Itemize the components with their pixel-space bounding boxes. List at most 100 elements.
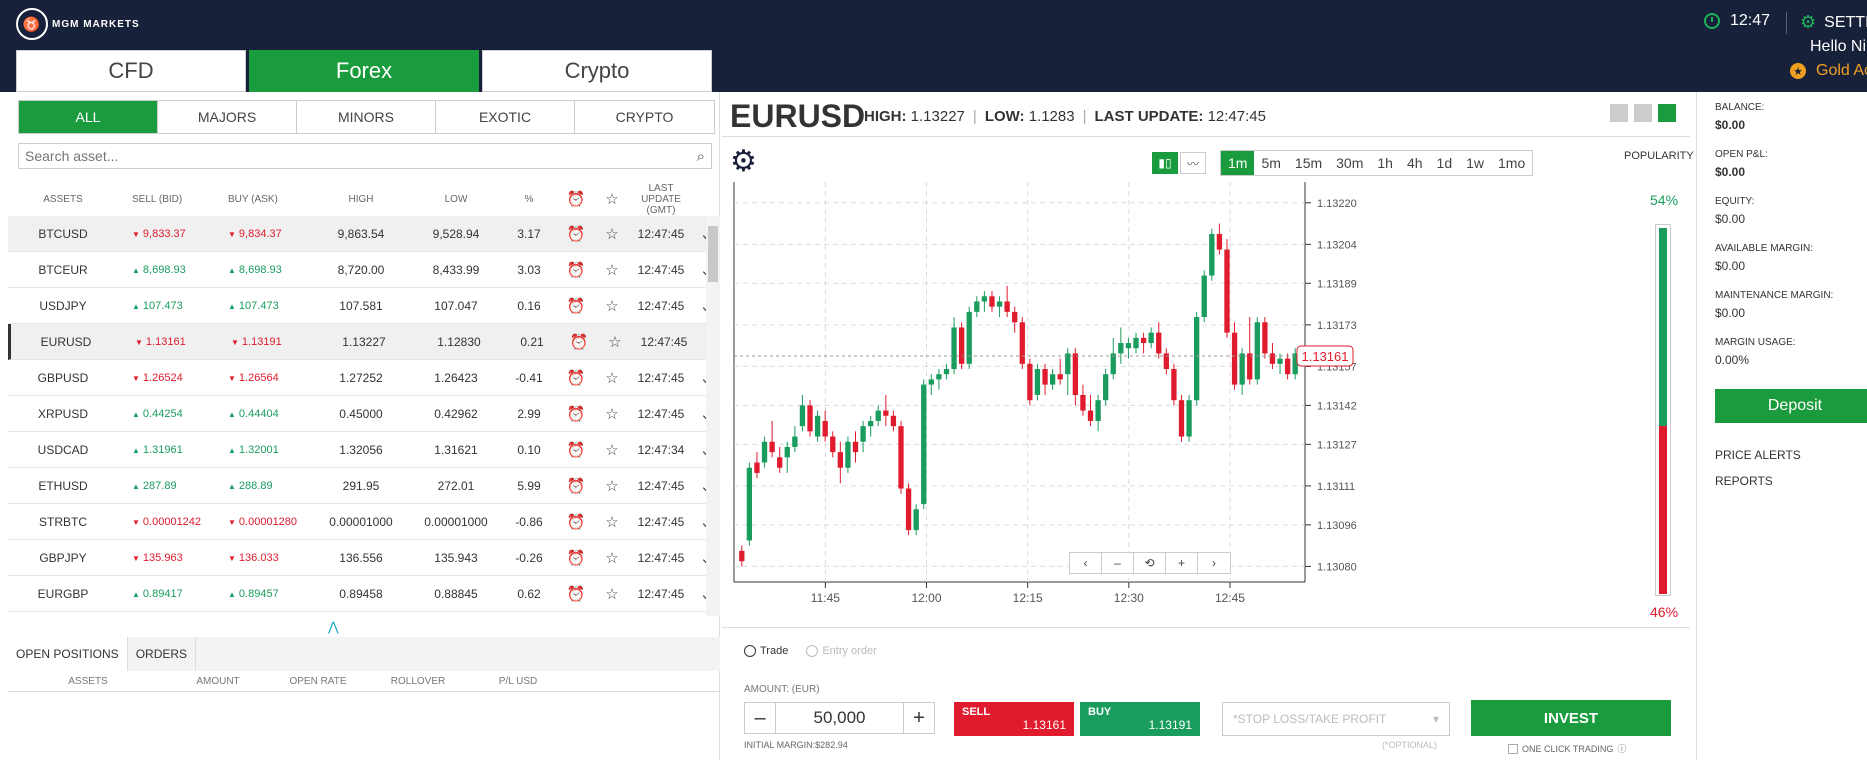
buy-price[interactable]: 288.89 xyxy=(214,480,310,492)
chart-zoom-out-icon[interactable]: – xyxy=(1102,553,1134,573)
favorite-star-icon[interactable]: ☆ xyxy=(594,585,630,603)
buy-price[interactable]: 107.473 xyxy=(214,300,310,312)
grid-layout-icon[interactable] xyxy=(1634,104,1652,122)
filter-all[interactable]: ALL xyxy=(19,101,158,133)
amount-increase-button[interactable]: + xyxy=(904,703,934,733)
chart-zoom-in-icon[interactable]: + xyxy=(1166,553,1198,573)
tab-orders[interactable]: ORDERS xyxy=(128,637,197,671)
buy-price[interactable]: 1.13191 xyxy=(217,336,313,348)
alarm-clock-icon[interactable]: ⏰ xyxy=(558,477,594,495)
alarm-clock-icon[interactable]: ⏰ xyxy=(558,261,594,279)
buy-price[interactable]: 0.44404 xyxy=(214,408,310,420)
favorite-star-icon[interactable]: ☆ xyxy=(594,225,630,243)
table-scrollbar[interactable] xyxy=(706,216,720,616)
timeframe-1d[interactable]: 1d xyxy=(1430,151,1460,175)
price-alerts-link[interactable]: PRICE ALERTS xyxy=(1715,448,1801,462)
radio-trade[interactable] xyxy=(744,645,756,658)
one-click-trading[interactable]: ONE CLICK TRADING ⓘ xyxy=(1508,742,1626,755)
table-row[interactable]: XRPUSD 0.442540.44404 0.45000 0.42962 2.99 ⏰☆… xyxy=(8,396,712,432)
header-sell[interactable]: SELL (BID) xyxy=(118,194,214,205)
sell-price[interactable]: 135.963 xyxy=(118,552,214,564)
alarm-clock-icon[interactable]: ⏰ xyxy=(558,585,594,603)
timeframe-1w[interactable]: 1w xyxy=(1459,151,1491,175)
table-row[interactable]: USDJPY 107.473107.473 107.581 107.047 0.16 ⏰☆… xyxy=(8,288,712,324)
sell-price[interactable]: 107.473 xyxy=(118,300,214,312)
header-buy[interactable]: BUY (ASK) xyxy=(214,194,310,205)
sell-price[interactable]: 0.44254 xyxy=(118,408,214,420)
favorite-star-icon[interactable]: ☆ xyxy=(594,549,630,567)
buy-button[interactable]: BUY 1.13191 xyxy=(1080,702,1200,736)
chart-settings-gear-icon[interactable]: ⚙ xyxy=(730,144,757,179)
alarm-clock-icon[interactable]: ⏰ xyxy=(558,441,594,459)
sell-price[interactable]: 0.00001242 xyxy=(118,516,214,528)
favorite-star-icon[interactable]: ☆ xyxy=(594,297,630,315)
timeframe-1m[interactable]: 1m xyxy=(1221,151,1255,175)
filter-crypto[interactable]: CRYPTO xyxy=(575,101,714,133)
header-high[interactable]: HIGH xyxy=(310,194,412,205)
alarm-clock-icon[interactable]: ⏰ xyxy=(558,369,594,387)
buy-price[interactable]: 1.32001 xyxy=(214,444,310,456)
header-assets[interactable]: ASSETS xyxy=(8,194,118,205)
favorite-star-icon[interactable]: ☆ xyxy=(594,441,630,459)
favorite-star-icon[interactable]: ☆ xyxy=(594,369,630,387)
tab-cfd[interactable]: CFD xyxy=(16,50,246,92)
one-click-checkbox[interactable] xyxy=(1508,743,1518,754)
reports-link[interactable]: REPORTS xyxy=(1715,474,1773,488)
favorite-star-icon[interactable]: ☆ xyxy=(594,477,630,495)
sell-button[interactable]: SELL 1.13161 xyxy=(954,702,1074,736)
search-icon[interactable]: ⌕ xyxy=(697,148,705,165)
table-row[interactable]: EURUSD 1.131611.13191 1.13227 1.12830 0.21 ⏰☆… xyxy=(8,324,715,360)
alarm-clock-icon[interactable]: ⏰ xyxy=(558,549,594,567)
logo[interactable]: ♉ MGM MARKETS xyxy=(16,8,140,40)
sell-price[interactable]: 9,833.37 xyxy=(118,228,214,240)
filter-exotic[interactable]: EXOTIC xyxy=(436,101,575,133)
deposit-button[interactable]: Deposit xyxy=(1715,389,1867,423)
table-row[interactable]: GBPUSD 1.265241.26564 1.27252 1.26423 -0.41 ⏰… xyxy=(8,360,712,396)
candlestick-icon[interactable]: ▮▯ xyxy=(1152,152,1178,174)
favorite-star-icon[interactable]: ☆ xyxy=(594,513,630,531)
tab-open-positions[interactable]: OPEN POSITIONS xyxy=(8,637,128,671)
chart-next-icon[interactable]: › xyxy=(1198,553,1230,573)
table-row[interactable]: GBPJPY 135.963136.033 136.556 135.943 -0.26 ⏰… xyxy=(8,540,712,576)
alarm-clock-icon[interactable]: ⏰ xyxy=(558,513,594,531)
search-input[interactable] xyxy=(25,148,697,164)
timeframe-15m[interactable]: 15m xyxy=(1288,151,1329,175)
list-layout-icon[interactable] xyxy=(1658,104,1676,122)
amount-input[interactable]: 50,000 xyxy=(775,703,904,733)
sell-price[interactable]: 1.26524 xyxy=(118,372,214,384)
timeframe-30m[interactable]: 30m xyxy=(1329,151,1370,175)
invest-button[interactable]: INVEST xyxy=(1471,700,1671,736)
info-icon[interactable]: ⓘ xyxy=(1617,742,1626,755)
buy-price[interactable]: 1.26564 xyxy=(214,372,310,384)
timeframe-5m[interactable]: 5m xyxy=(1254,151,1287,175)
table-row[interactable]: USDCAD 1.319611.32001 1.32056 1.31621 0.10 ⏰☆… xyxy=(8,432,712,468)
header-low[interactable]: LOW xyxy=(412,194,500,205)
header-percent[interactable]: % xyxy=(500,194,558,205)
settings-menu[interactable]: ⚙ SETTI xyxy=(1800,12,1867,33)
chart-prev-icon[interactable]: ‹ xyxy=(1070,553,1102,573)
mode-entry-order[interactable]: Entry order xyxy=(806,645,877,658)
filter-minors[interactable]: MINORS xyxy=(297,101,436,133)
table-row[interactable]: EURGBP 0.894170.89457 0.89458 0.88845 0.62 ⏰☆… xyxy=(8,576,712,612)
radio-entry-order[interactable] xyxy=(806,645,819,658)
sell-price[interactable]: 287.89 xyxy=(118,480,214,492)
sell-price[interactable]: 1.31961 xyxy=(118,444,214,456)
single-layout-icon[interactable] xyxy=(1610,104,1628,122)
favorite-star-icon[interactable]: ☆ xyxy=(594,405,630,423)
buy-price[interactable]: 9,834.37 xyxy=(214,228,310,240)
stop-loss-dropdown[interactable]: *STOP LOSS/TAKE PROFIT ▾ xyxy=(1222,702,1450,736)
table-row[interactable]: BTCEUR 8,698.938,698.93 8,720.00 8,433.99 3.… xyxy=(8,252,712,288)
buy-price[interactable]: 0.89457 xyxy=(214,588,310,600)
scroll-thumb[interactable] xyxy=(708,226,718,282)
alarm-clock-icon[interactable]: ⏰ xyxy=(558,297,594,315)
favorite-star-icon[interactable]: ☆ xyxy=(597,333,633,351)
table-row[interactable]: STRBTC 0.000012420.00001280 0.00001000 0.00… xyxy=(8,504,712,540)
line-chart-icon[interactable]: 〰 xyxy=(1180,152,1206,174)
favorite-star-icon[interactable]: ☆ xyxy=(594,261,630,279)
header-last-update[interactable]: LAST UPDATE (GMT) xyxy=(630,183,692,216)
timeframe-4h[interactable]: 4h xyxy=(1400,151,1430,175)
timeframe-1mo[interactable]: 1mo xyxy=(1491,151,1532,175)
chart-reset-icon[interactable]: ⟲ xyxy=(1134,553,1166,573)
collapse-handle-icon[interactable]: ⋀ xyxy=(328,619,339,635)
timeframe-1h[interactable]: 1h xyxy=(1370,151,1400,175)
